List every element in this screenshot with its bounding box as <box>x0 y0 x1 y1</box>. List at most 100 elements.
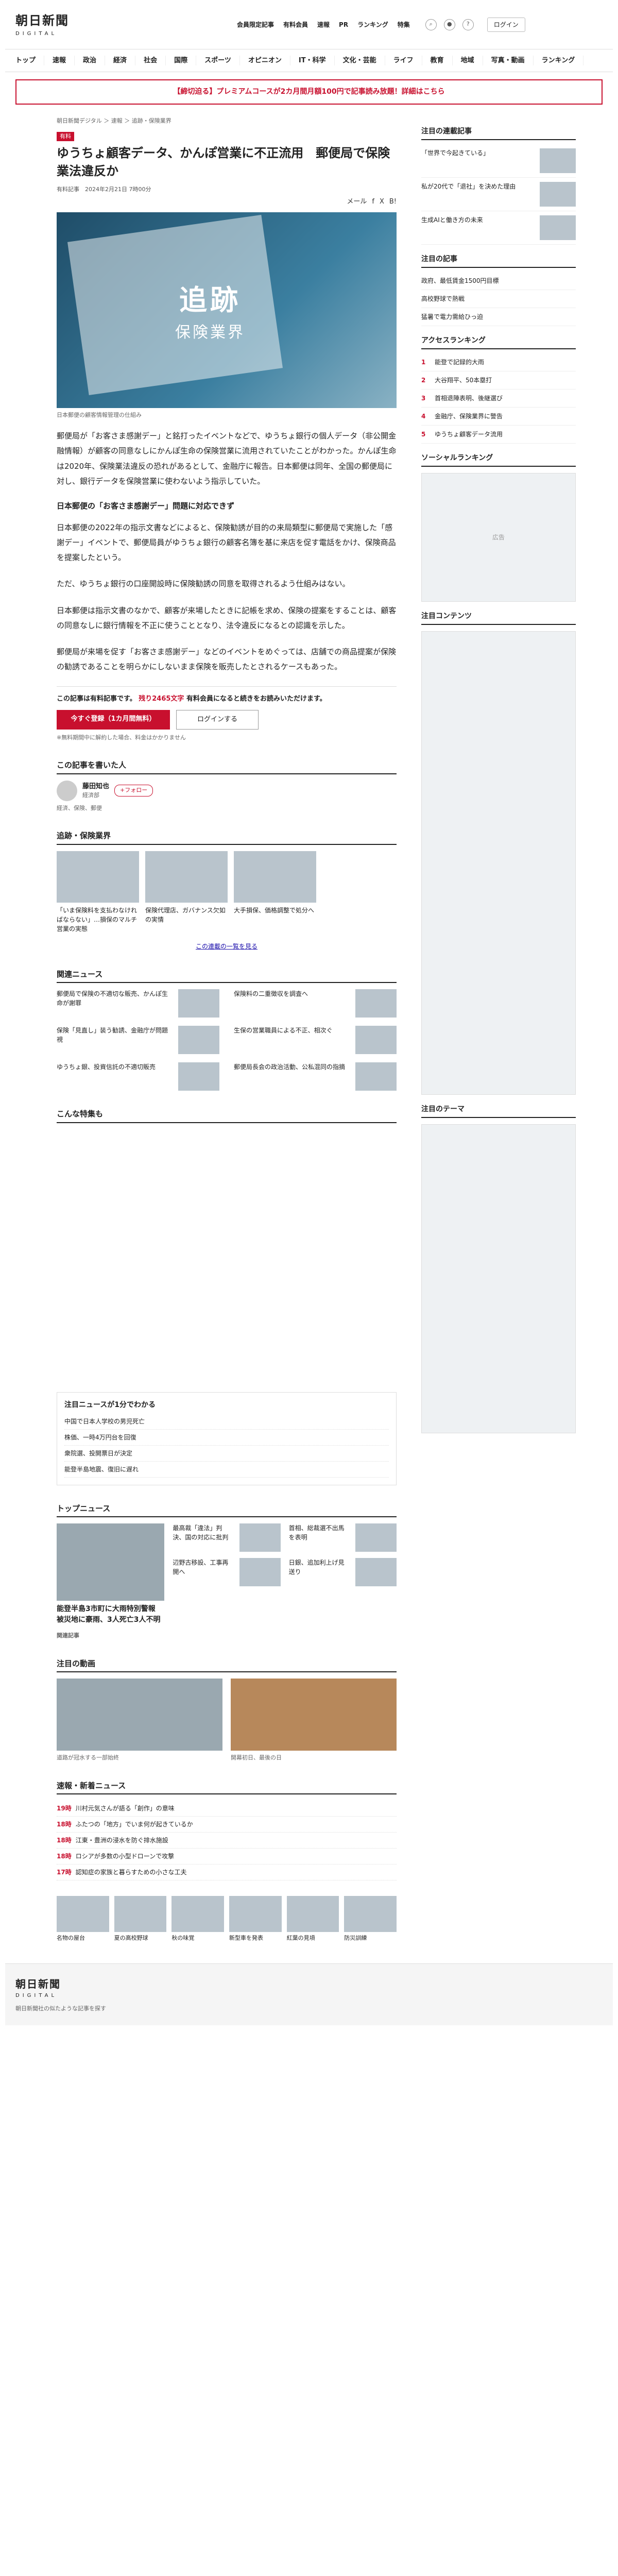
sidebar-heading-ranking: アクセスランキング <box>421 335 576 349</box>
list-item[interactable]: 中国で日本人学校の男児死亡 <box>64 1414 389 1430</box>
list-item[interactable]: 保険「見直し」装う勧誘、金融庁が問題視 <box>57 1026 219 1055</box>
login-button-paywall[interactable]: ログインする <box>176 710 259 730</box>
nav-item-8[interactable]: IT・科学 <box>290 55 335 66</box>
nav-item-5[interactable]: 国際 <box>166 55 197 66</box>
rank-number: 5 <box>421 431 426 438</box>
author-name[interactable]: 藤田知也 <box>82 782 109 792</box>
list-item[interactable]: 保険料の二重徴収を調査へ <box>234 989 397 1018</box>
search-icon[interactable]: ⌕ <box>425 19 437 30</box>
login-button[interactable]: ログイン <box>487 17 525 32</box>
list-item[interactable]: 生成AIと働き方の未来 <box>421 211 576 245</box>
top-news-thumb <box>355 1558 397 1587</box>
list-item[interactable]: ゆうちょ銀、投資信託の不適切販売 <box>57 1062 219 1091</box>
list-item[interactable]: 猛暑で電力需給ひっ迫 <box>421 308 576 326</box>
list-item[interactable]: 株価、一時4万円台を回復 <box>64 1430 389 1446</box>
nav-item-13[interactable]: 写真・動画 <box>483 55 534 66</box>
ranking-item[interactable]: 5 ゆうちょ顧客データ流用 <box>421 426 576 444</box>
list-item[interactable]: 生保の営業職員による不正、相次ぐ <box>234 1026 397 1055</box>
photo-card[interactable]: 秋の味覚 <box>171 1896 224 1943</box>
mail-share-icon[interactable]: メール <box>347 197 367 207</box>
top-link-1[interactable]: 有料会員 <box>283 20 308 29</box>
list-item[interactable]: 18時 ロシアが多数の小型ドローンで攻撃 <box>57 1849 397 1865</box>
top-link-5[interactable]: 特集 <box>398 20 410 29</box>
follow-button[interactable]: +フォロー <box>114 785 153 796</box>
list-item[interactable]: 衆院選、投開票日が決定 <box>64 1446 389 1462</box>
video-card[interactable]: 開幕初日、最後の日 <box>231 1679 397 1762</box>
nav-item-3[interactable]: 経済 <box>105 55 136 66</box>
related-title: 郵便局長会の政治活動、公私混同の指摘 <box>234 1063 346 1071</box>
subscribe-button[interactable]: 今すぐ登録（1カ月間無料） <box>57 710 170 730</box>
promo-banner[interactable]: 【締切迫る】プレミアムコースが2カ月間月額100円で記事読み放題！詳細はこちら <box>15 79 603 105</box>
site-logo[interactable]: 朝日新聞 DIGITAL <box>15 11 77 38</box>
nav-item-10[interactable]: ライフ <box>385 55 422 66</box>
video-heading: 注目の動画 <box>57 1658 397 1673</box>
breadcrumb[interactable]: 朝日新聞デジタル ＞ 速報 ＞ 追跡・保険業界 <box>57 117 397 126</box>
ranking-label: 大谷翔平、50本塁打 <box>435 377 492 384</box>
series-card[interactable]: 保険代理店、ガバナンス欠如の実情 <box>145 851 228 934</box>
list-item[interactable]: 政府、最低賃金1500円目標 <box>421 272 576 290</box>
user-icon[interactable]: ● <box>443 19 455 30</box>
list-item[interactable]: 18時 ふたつの「地方」でいま何が起きているか <box>57 1817 397 1833</box>
top-link-0[interactable]: 会員限定記事 <box>237 20 274 29</box>
footer-logo-sub: DIGITAL <box>15 1992 58 1998</box>
list-item[interactable]: 「世界で今起きている」 <box>421 144 576 178</box>
list-item[interactable]: 日銀、追加利上げ見送り <box>289 1558 397 1587</box>
ranking-label: 首相退陣表明、後継選び <box>435 395 503 402</box>
facebook-share-icon[interactable]: f <box>372 197 374 207</box>
list-item[interactable]: 能登半島地震、復旧に遅れ <box>64 1462 389 1478</box>
list-item[interactable]: 郵便局長会の政治活動、公私混同の指摘 <box>234 1062 397 1091</box>
ad-slot[interactable]: 広告 <box>421 473 576 602</box>
footer-logo[interactable]: 朝日新聞 DIGITAL <box>15 1976 77 1999</box>
ranking-item[interactable]: 1 能登で記録的大雨 <box>421 353 576 371</box>
ranking-item[interactable]: 4 金融庁、保険業界に警告 <box>421 408 576 426</box>
top-news-title: 辺野古移設、工事再開へ <box>173 1559 229 1576</box>
ranking-item[interactable]: 2 大谷翔平、50本塁打 <box>421 371 576 389</box>
top-news-lead-title: 能登半島3市町に大雨特別警報 被災地に豪雨、3人死亡3人不明 <box>57 1605 163 1624</box>
breaking-list: 19時 川村元気さんが語る「創作」の意味 18時 ふたつの「地方」でいま何が起きてい… <box>57 1801 397 1881</box>
nav-item-7[interactable]: オピニオン <box>240 55 290 66</box>
photo-card[interactable]: 名物の屋台 <box>57 1896 109 1943</box>
series-card[interactable]: 「いま保険料を支払わなければならない」…損保のマルチ営業の実態 <box>57 851 139 934</box>
photo-card[interactable]: 防災訓練 <box>344 1896 397 1943</box>
nav-item-9[interactable]: 文化・芸能 <box>335 55 385 66</box>
list-item[interactable]: 最高裁「違法」判決、国の対応に批判 <box>173 1523 281 1552</box>
nav-item-0[interactable]: トップ <box>15 55 45 66</box>
top-link-2[interactable]: 速報 <box>317 20 330 29</box>
top-link-3[interactable]: PR <box>339 20 348 29</box>
author-desc: 経済、保険、郵便 <box>57 804 102 811</box>
photo-caption: 名物の屋台 <box>57 1935 85 1942</box>
video-card[interactable]: 道路が冠水する一部始終 <box>57 1679 222 1762</box>
series-card[interactable]: 大手損保、価格調整で処分へ <box>234 851 316 934</box>
news-time: 19時 <box>57 1805 72 1812</box>
list-item[interactable]: 私が20代で「退社」を決めた理由 <box>421 178 576 211</box>
paywall-buttons: 今すぐ登録（1カ月間無料） ログインする <box>57 710 397 730</box>
rank-number: 2 <box>421 377 426 384</box>
list-item[interactable]: 辺野古移設、工事再開へ <box>173 1558 281 1587</box>
photo-grid: 名物の屋台 夏の高校野球 秋の味覚 新型車を発表 紅葉の見頃 防災訓練 <box>57 1896 397 1943</box>
help-icon[interactable]: ? <box>462 19 474 30</box>
sidebar-thumb <box>540 182 576 207</box>
photo-card[interactable]: 夏の高校野球 <box>114 1896 167 1943</box>
ranking-item[interactable]: 3 首相退陣表明、後継選び <box>421 389 576 408</box>
nav-item-12[interactable]: 地域 <box>453 55 483 66</box>
nav-item-2[interactable]: 政治 <box>75 55 106 66</box>
feature-area <box>57 1129 397 1377</box>
nav-item-6[interactable]: スポーツ <box>196 55 240 66</box>
nav-item-4[interactable]: 社会 <box>135 55 166 66</box>
list-item[interactable]: 18時 江東・豊洲の浸水を防ぐ排水施設 <box>57 1833 397 1849</box>
x-share-icon[interactable]: X <box>380 197 384 207</box>
list-item[interactable]: 郵便局で保険の不適切な販売、かんぽ生命が謝罪 <box>57 989 219 1018</box>
photo-card[interactable]: 紅葉の見頃 <box>286 1896 339 1943</box>
nav-item-14[interactable]: ランキング <box>534 55 584 66</box>
nav-item-11[interactable]: 教育 <box>422 55 453 66</box>
list-item[interactable]: 19時 川村元気さんが語る「創作」の意味 <box>57 1801 397 1817</box>
nav-item-1[interactable]: 速報 <box>44 55 75 66</box>
hatena-share-icon[interactable]: B! <box>389 197 397 207</box>
top-link-4[interactable]: ランキング <box>357 20 388 29</box>
series-more-link[interactable]: この連載の一覧を見る <box>57 942 397 951</box>
list-item[interactable]: 首相、総裁選不出馬を表明 <box>289 1523 397 1552</box>
top-news-lead[interactable]: 能登半島3市町に大雨特別警報 被災地に豪雨、3人死亡3人不明 <box>57 1523 165 1625</box>
photo-card[interactable]: 新型車を発表 <box>229 1896 282 1943</box>
list-item[interactable]: 高校野球で熱戦 <box>421 290 576 308</box>
list-item[interactable]: 17時 認知症の家族と暮らすための小さな工夫 <box>57 1865 397 1881</box>
